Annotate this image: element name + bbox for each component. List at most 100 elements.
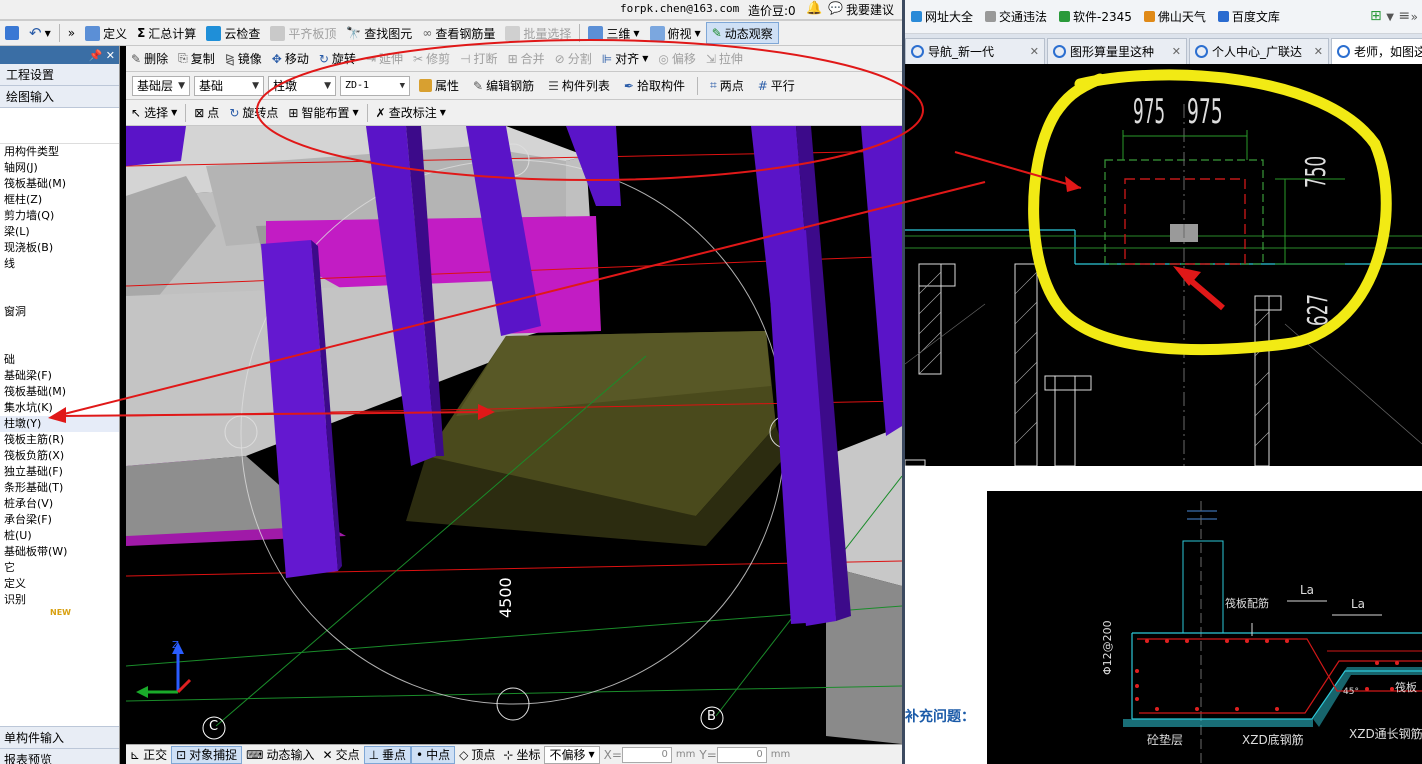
tree-item[interactable]: 定义	[0, 576, 119, 592]
vertex-toggle[interactable]: ◇ 顶点	[455, 746, 499, 764]
snap-toggle[interactable]: ⊡ 对象捕捉	[171, 745, 243, 764]
element-list-button[interactable]: ☰ 构件列表	[543, 75, 615, 97]
tree-item[interactable]: 基础梁(F)	[0, 368, 119, 384]
bookmark-item[interactable]: 佛山天气	[1138, 8, 1212, 25]
close-tab-icon[interactable]: ✕	[1030, 45, 1039, 58]
suggest-button[interactable]: 💬 我要建议	[828, 1, 894, 18]
offset-button[interactable]: ◎ 偏移	[653, 48, 701, 70]
three-d-button[interactable]: 三维 ▼	[583, 22, 644, 44]
cloud-check-button[interactable]: 云检查	[201, 22, 265, 44]
tree-item[interactable]: 用构件类型	[0, 144, 119, 160]
tree-item[interactable]: 承台梁(F)	[0, 512, 119, 528]
parallel-button[interactable]: # 平行	[753, 75, 800, 97]
close-tab-icon[interactable]: ✕	[1172, 45, 1181, 58]
sum-calc-button[interactable]: Σ 汇总计算	[132, 22, 201, 44]
close-tab-icon[interactable]: ✕	[1314, 45, 1323, 58]
copy-button[interactable]: ⎘ 复制	[173, 48, 220, 70]
category-select[interactable]: 基础 ▼	[194, 75, 264, 96]
view-rebar-button[interactable]: ∞ 查看钢筋量	[417, 22, 500, 44]
pick-element-button[interactable]: ✒ 拾取构件	[619, 75, 690, 97]
tree-item[interactable]: 识别	[0, 592, 119, 608]
tree-item[interactable]: 剪力墙(Q)	[0, 208, 119, 224]
y-input[interactable]: 0	[716, 746, 767, 763]
rotate-point-button[interactable]: ↻ 旋转点	[224, 102, 283, 124]
name-select[interactable]: ZD-1 ▼	[340, 75, 410, 96]
tree-item[interactable]: 柱墩(Y)	[0, 416, 119, 432]
more-chevron-button[interactable]: »	[63, 22, 80, 44]
offset-mode-select[interactable]: 不偏移 ▼	[544, 745, 600, 764]
tree-item[interactable]	[0, 272, 119, 288]
midpoint-toggle[interactable]: • 中点	[411, 745, 456, 764]
undo-button[interactable]: ↶ ▼	[24, 22, 56, 44]
tree-item[interactable]: 轴网(J)	[0, 160, 119, 176]
tree-item[interactable]: 窗洞	[0, 304, 119, 320]
point-button[interactable]: ⊠ 点	[189, 102, 224, 124]
tree-item[interactable]: 桩承台(V)	[0, 496, 119, 512]
browser-tab[interactable]: 老师，如图这样的✕	[1331, 38, 1422, 64]
dynamic-input-toggle[interactable]: ⌨ 动态输入	[242, 746, 318, 764]
tree-item[interactable]: 础	[0, 352, 119, 368]
move-button[interactable]: ✥ 移动	[267, 48, 314, 70]
delete-button[interactable]: ✎ 删除	[126, 48, 173, 70]
edit-label-button[interactable]: ✗ 查改标注 ▼	[371, 102, 451, 124]
align-button[interactable]: ⊫ 对齐 ▼	[597, 48, 654, 70]
coord-toggle[interactable]: ⊹ 坐标	[499, 746, 544, 764]
3d-viewport[interactable]: Z 4500 C B	[126, 126, 902, 744]
batch-select-button[interactable]: 批量选择	[500, 22, 576, 44]
edit-rebar-button[interactable]: ✎ 编辑钢筋	[468, 75, 539, 97]
break-button[interactable]: ⊣ 打断	[455, 48, 502, 70]
tree-item[interactable]: 桩(U)	[0, 528, 119, 544]
dynamic-view-button[interactable]: ✎ 动态观察	[705, 22, 779, 44]
browser-tab[interactable]: 图形算量里这种 ✕	[1047, 38, 1187, 64]
properties-button[interactable]: 属性	[414, 75, 464, 97]
extend-button[interactable]: ⇥ 延伸	[361, 48, 408, 70]
bookmark-item[interactable]: 软件-2345	[1053, 8, 1138, 25]
select-button[interactable]: ↖ 选择 ▼	[126, 102, 182, 124]
tree-item[interactable]: 基础板带(W)	[0, 544, 119, 560]
tree-item[interactable]: 框柱(Z)	[0, 192, 119, 208]
project-settings-tab[interactable]: 工程设置	[0, 64, 119, 86]
save-button[interactable]	[0, 22, 24, 44]
type-select[interactable]: 柱墩 ▼	[268, 75, 336, 96]
split-button[interactable]: ⊘ 分割	[550, 48, 597, 70]
define-button[interactable]: 定义	[80, 22, 132, 44]
browser-tab[interactable]: 导航_新一代 ✕	[905, 38, 1045, 64]
rotate-button[interactable]: ↻ 旋转	[314, 48, 361, 70]
tree-item[interactable]: 筏板负筋(X)	[0, 448, 119, 464]
two-points-button[interactable]: ⌗ 两点	[705, 75, 749, 97]
tree-item[interactable]: 线	[0, 256, 119, 272]
tree-item[interactable]: 条形基础(T)	[0, 480, 119, 496]
tree-item[interactable]	[0, 288, 119, 304]
bookmark-item[interactable]: 网址大全	[905, 8, 979, 25]
top-view-button[interactable]: 俯视 ▼	[645, 22, 706, 44]
bell-icon[interactable]: 🔔	[806, 1, 822, 16]
tree-item[interactable]	[0, 320, 119, 336]
drawing-input-tab[interactable]: 绘图输入	[0, 86, 119, 108]
tree-item[interactable]: 筏板基础(M)	[0, 384, 119, 400]
browser-menu-icons[interactable]: ⊞ ▼ ≡	[1370, 8, 1410, 24]
smart-layout-button[interactable]: ⊞ 智能布置 ▼	[283, 102, 363, 124]
layer-select[interactable]: 基础层 ▼	[132, 75, 190, 96]
tree-item[interactable]: 独立基础(F)	[0, 464, 119, 480]
mirror-button[interactable]: ⧎ 镜像	[220, 48, 267, 70]
find-element-button[interactable]: 🔭 查找图元	[341, 22, 417, 44]
tree-item[interactable]: 筏板主筋(R)	[0, 432, 119, 448]
perpendicular-toggle[interactable]: ⊥ 垂点	[363, 745, 412, 764]
bookmark-item[interactable]: 百度文库	[1212, 8, 1286, 25]
single-input-tab[interactable]: 单构件输入	[0, 726, 119, 748]
report-preview-tab[interactable]: 报表预览	[0, 748, 119, 764]
tree-item[interactable]: 梁(L)	[0, 224, 119, 240]
tree-item[interactable]: 它	[0, 560, 119, 576]
tree-item[interactable]: 集水坑(K)	[0, 400, 119, 416]
trim-button[interactable]: ✂ 修剪	[408, 48, 455, 70]
browser-tab[interactable]: 个人中心_广联达 ✕	[1189, 38, 1329, 64]
tree-item[interactable]: 现浇板(B)	[0, 240, 119, 256]
merge-button[interactable]: ⊞ 合并	[503, 48, 550, 70]
flush-top-button[interactable]: 平齐板顶	[265, 22, 341, 44]
x-input[interactable]: 0	[621, 746, 672, 763]
bookmark-item[interactable]: 交通违法	[979, 8, 1053, 25]
tree-item[interactable]: 筏板基础(M)	[0, 176, 119, 192]
pin-close-icons[interactable]: 📌 ✕	[89, 49, 115, 62]
ortho-toggle[interactable]: ⊾ 正交	[126, 746, 171, 764]
tree-item[interactable]	[0, 336, 119, 352]
